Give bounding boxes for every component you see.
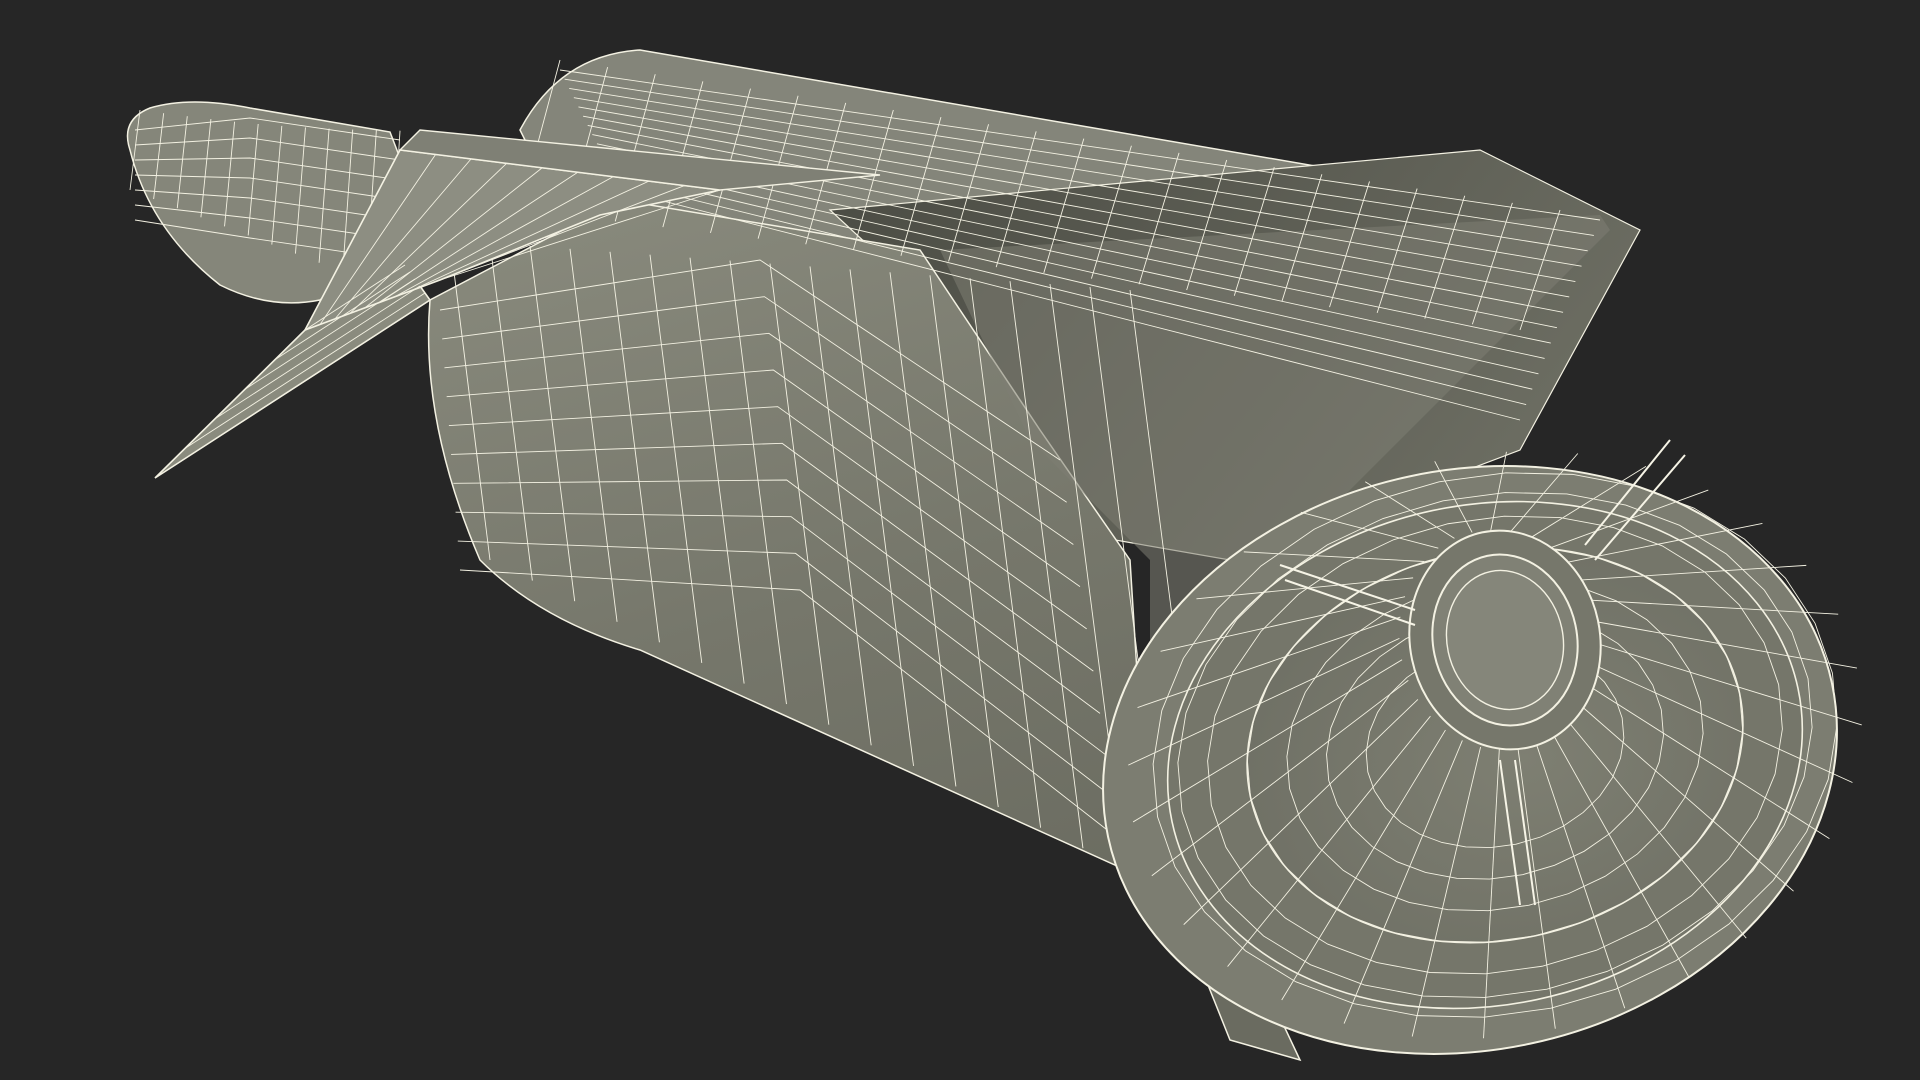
render-viewport (0, 0, 1920, 1080)
wireframe-model (126, 49, 1862, 1062)
